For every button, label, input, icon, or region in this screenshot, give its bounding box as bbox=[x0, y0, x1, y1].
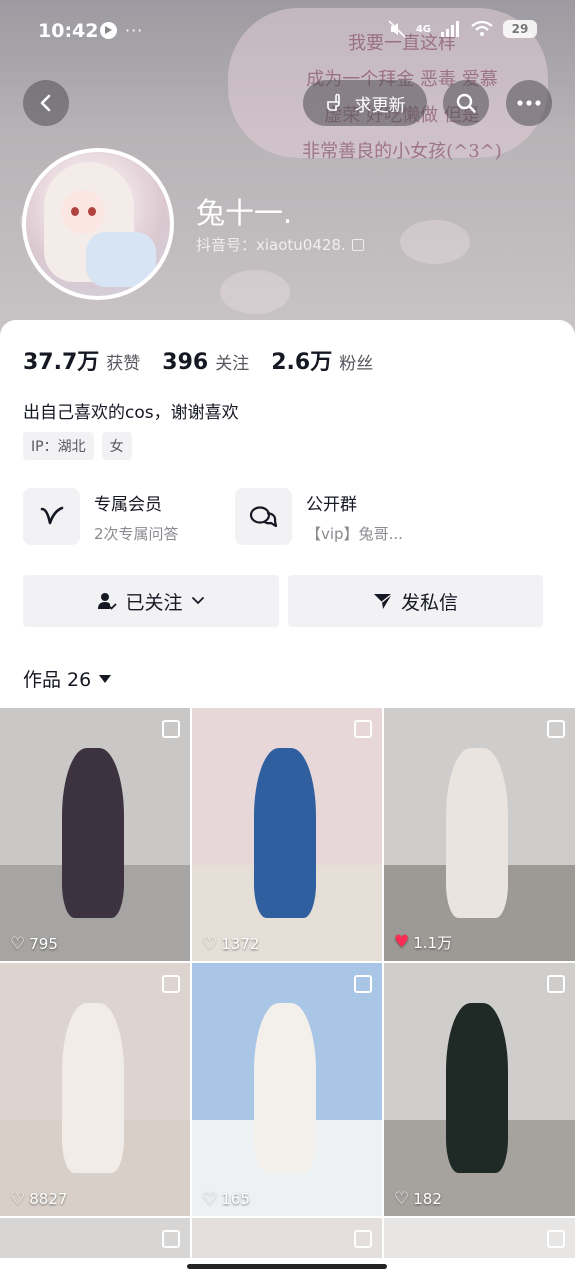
like-count: 165 bbox=[221, 1190, 250, 1208]
tile-cosplay-figure bbox=[254, 748, 316, 918]
avatar[interactable] bbox=[22, 148, 174, 300]
video-tile[interactable] bbox=[192, 1218, 382, 1258]
multi-image-icon bbox=[354, 975, 372, 993]
stat-following[interactable]: 396 关注 bbox=[162, 349, 249, 375]
works-tab[interactable]: 作品 26 bbox=[23, 665, 112, 692]
heart-filled-icon: ♥ bbox=[394, 932, 410, 952]
video-tile[interactable]: ♡ 182 bbox=[384, 963, 575, 1216]
mute-icon bbox=[388, 20, 406, 38]
signal-icon bbox=[441, 21, 459, 37]
heart-outline-icon: ♡ bbox=[202, 933, 218, 954]
more-button[interactable] bbox=[506, 80, 552, 126]
copy-icon[interactable] bbox=[351, 238, 364, 251]
tile-cosplay-figure bbox=[446, 1003, 508, 1173]
chevron-down-icon bbox=[191, 597, 204, 605]
exclusive-member-entry[interactable]: 专属会员 2次专属问答 bbox=[23, 488, 179, 545]
like-count: 8827 bbox=[29, 1190, 68, 1208]
user-check-icon bbox=[98, 593, 118, 610]
like-count: 795 bbox=[29, 935, 58, 953]
tile-likes: ♡ 795 bbox=[10, 935, 58, 953]
like-count: 1372 bbox=[221, 935, 260, 953]
stat-followers[interactable]: 2.6万 粉丝 bbox=[271, 344, 373, 376]
chevron-left-icon bbox=[40, 94, 51, 112]
battery-indicator: 29 bbox=[503, 20, 537, 38]
video-tile[interactable]: ♡ 8827 bbox=[0, 963, 190, 1216]
tile-likes: ♡ 1372 bbox=[202, 935, 259, 953]
feature-title: 公开群 bbox=[306, 494, 357, 515]
multi-image-icon bbox=[547, 1230, 565, 1248]
tile-likes: ♥ 1.1万 bbox=[394, 932, 452, 953]
banner-decoration bbox=[400, 220, 470, 264]
like-count: 182 bbox=[413, 1190, 442, 1208]
video-tile[interactable] bbox=[0, 1218, 190, 1258]
profile-card: 37.7万 获赞 396 关注 2.6万 粉丝 出自己喜欢的cos，谢谢喜欢 I… bbox=[0, 320, 575, 1280]
request-update-label: 求更新 bbox=[354, 95, 406, 116]
public-group-entry[interactable]: 公开群 【vip】兔哥... bbox=[235, 488, 403, 545]
tile-likes: ♡ 8827 bbox=[10, 1190, 67, 1208]
feature-subtitle: 2次专属问答 bbox=[94, 524, 179, 543]
stat-likes[interactable]: 37.7万 获赞 bbox=[23, 344, 140, 376]
heart-outline-icon: ♡ bbox=[10, 1188, 26, 1209]
search-icon bbox=[456, 93, 476, 113]
video-tile[interactable]: ♡ 1372 bbox=[192, 708, 382, 961]
multi-image-icon bbox=[162, 975, 180, 993]
douyin-id[interactable]: 抖音号：xiaotu0428. bbox=[196, 234, 364, 255]
multi-image-icon bbox=[547, 720, 565, 738]
video-tile[interactable] bbox=[384, 1218, 575, 1258]
works-label: 作品 26 bbox=[23, 669, 92, 691]
video-tile[interactable]: ♥ 1.1万 bbox=[384, 708, 575, 961]
hand-pointing-icon bbox=[326, 93, 340, 111]
home-indicator[interactable] bbox=[187, 1264, 387, 1269]
search-button[interactable] bbox=[443, 80, 489, 126]
tile-cosplay-figure bbox=[62, 748, 124, 918]
status-bar: 10:42 ··· 4G 29 bbox=[0, 18, 575, 48]
multi-image-icon bbox=[162, 720, 180, 738]
tile-cosplay-figure bbox=[62, 1003, 124, 1173]
video-tile[interactable]: ♡ 165 bbox=[192, 963, 382, 1216]
followed-label: 已关注 bbox=[125, 591, 183, 614]
profile-bio: 出自己喜欢的cos，谢谢喜欢 bbox=[23, 403, 239, 423]
douyin-id-text: 抖音号：xiaotu0428. bbox=[196, 236, 346, 254]
tile-likes: ♡ 165 bbox=[202, 1190, 250, 1208]
request-update-button[interactable]: 求更新 bbox=[303, 80, 427, 126]
telegram-icon bbox=[100, 22, 117, 39]
video-tile[interactable]: ♡ 795 bbox=[0, 708, 190, 961]
multi-image-icon bbox=[354, 1230, 372, 1248]
feature-title: 专属会员 bbox=[94, 494, 162, 515]
caret-down-icon bbox=[99, 674, 112, 683]
send-message-label: 发私信 bbox=[400, 591, 458, 614]
stats-row: 37.7万 获赞 396 关注 2.6万 粉丝 bbox=[23, 344, 373, 376]
tile-likes: ♡ 182 bbox=[394, 1190, 442, 1208]
status-time: 10:42 bbox=[38, 20, 99, 42]
multi-image-icon bbox=[162, 1230, 180, 1248]
banner-decoration bbox=[220, 270, 290, 314]
network-type: 4G bbox=[415, 23, 431, 35]
multi-image-icon bbox=[547, 975, 565, 993]
multi-image-icon bbox=[354, 720, 372, 738]
feature-subtitle: 【vip】兔哥... bbox=[306, 524, 403, 543]
paper-plane-icon bbox=[373, 593, 393, 609]
ip-location-tag: IP：湖北 bbox=[23, 432, 94, 460]
v-member-icon bbox=[23, 488, 80, 545]
tile-cosplay-figure bbox=[254, 1003, 316, 1173]
more-dots-icon bbox=[517, 100, 541, 106]
back-button[interactable] bbox=[23, 80, 69, 126]
tile-cosplay-figure bbox=[446, 748, 508, 918]
heart-outline-icon: ♡ bbox=[10, 933, 26, 954]
profile-tags: IP：湖北 女 bbox=[23, 432, 132, 460]
followed-button[interactable]: 已关注 bbox=[23, 575, 279, 627]
gender-tag: 女 bbox=[101, 432, 132, 460]
like-count: 1.1万 bbox=[413, 934, 453, 952]
heart-outline-icon: ♡ bbox=[202, 1188, 218, 1209]
profile-nickname: 兔十一. bbox=[196, 196, 293, 230]
send-message-button[interactable]: 发私信 bbox=[288, 575, 543, 627]
heart-outline-icon: ♡ bbox=[394, 1188, 410, 1209]
wifi-icon bbox=[471, 21, 493, 36]
more-notifications-icon: ··· bbox=[125, 21, 144, 40]
group-chat-icon bbox=[235, 488, 292, 545]
